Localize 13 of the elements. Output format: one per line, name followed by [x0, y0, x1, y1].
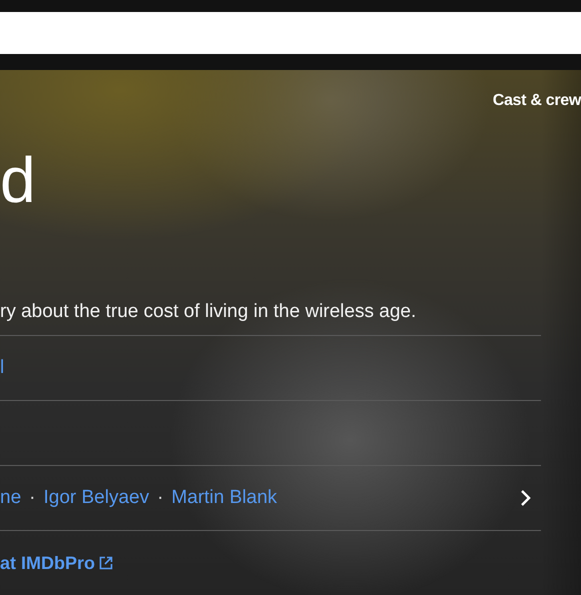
search-field[interactable]: [0, 12, 581, 54]
star-link[interactable]: Igor Belyaev: [43, 487, 150, 509]
external-link-icon: [99, 556, 114, 570]
separator-dot: ·: [157, 487, 164, 509]
separator-dot: ·: [29, 487, 36, 509]
imdbpro-link[interactable]: at IMDbPro: [0, 552, 114, 574]
star-link[interactable]: Martin Blank: [171, 487, 278, 509]
star-link[interactable]: ne: [0, 487, 22, 509]
cast-crew-link[interactable]: Cast & crew: [492, 92, 581, 115]
chevron-right-icon[interactable]: [519, 489, 531, 507]
plot-summary: ry about the true cost of living in the wireless age.: [0, 300, 418, 324]
credit-link[interactable]: l: [0, 357, 4, 379]
movie-title: d: [0, 144, 37, 216]
